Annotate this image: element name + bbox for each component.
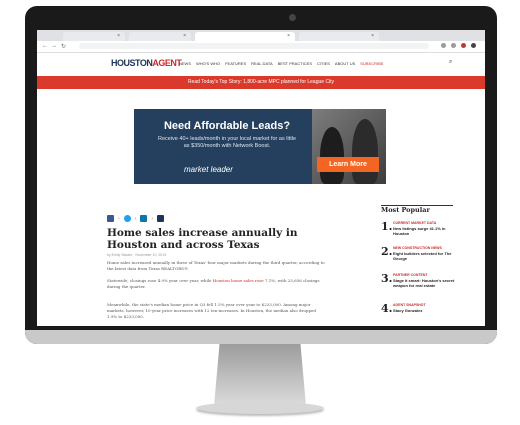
share-bar: › › › — [107, 215, 165, 222]
article-paragraph: Statewide, closings rose 4.9% year over … — [107, 278, 320, 289]
article-byline: by Emily Sabato · November 10, 2019 — [107, 253, 167, 257]
reload-button[interactable]: ↻ — [61, 43, 66, 50]
monitor-bezel: × × × × ← → ↻ HOUSTONAGENT NEWS WHO'S WH… — [25, 6, 497, 344]
linkedin-icon[interactable] — [140, 215, 148, 222]
sidebar-heading: Most Popular — [381, 206, 430, 214]
address-bar[interactable] — [79, 43, 429, 49]
browser-tab[interactable]: × — [129, 32, 191, 41]
site-header: HOUSTONAGENT NEWS WHO'S WHO FEATURES REA… — [37, 53, 485, 73]
browser-tab[interactable]: × — [63, 32, 125, 41]
nav-item-best-practices[interactable]: BEST PRACTICES — [278, 61, 312, 66]
nav-item-whos-who[interactable]: WHO'S WHO — [196, 61, 220, 66]
monitor-stand-base — [196, 402, 324, 414]
tab-close-icon[interactable]: × — [371, 33, 374, 39]
popular-category[interactable]: NEW CONSTRUCTION NEWS — [393, 246, 442, 250]
popular-title[interactable]: Eight builders selected for The George — [393, 251, 455, 261]
article-paragraph: Meanwhile, the state's median home price… — [107, 302, 316, 319]
share-separator-icon: › — [134, 215, 137, 222]
back-button[interactable]: ← — [42, 43, 48, 49]
article-headline: Home sales increase annually in Houston … — [107, 227, 298, 251]
popular-title[interactable]: New listings surge 41.1% in Houston — [393, 226, 455, 236]
popular-category[interactable]: PARTNER CONTENT — [393, 273, 428, 277]
profile-icon[interactable] — [471, 43, 476, 48]
share-separator-icon: › — [151, 215, 154, 222]
site-logo[interactable]: HOUSTONAGENT — [111, 58, 182, 68]
twitter-icon[interactable] — [123, 215, 131, 222]
address-bar-row: ← → ↻ — [37, 41, 485, 53]
facebook-icon[interactable] — [107, 215, 114, 222]
nav-item-about-us[interactable]: ABOUT US — [335, 61, 355, 66]
main-nav: NEWS WHO'S WHO FEATURES REAL DATA BEST P… — [179, 61, 383, 66]
browser-tab[interactable]: × — [299, 32, 379, 41]
ad-title: Need Affordable Leads? — [163, 120, 291, 132]
popular-title[interactable]: Stage it smart: Houston's secret weapon … — [393, 278, 455, 288]
popular-category[interactable]: CURRENT MARKET DATA — [393, 221, 436, 225]
tab-close-icon[interactable]: × — [117, 33, 120, 39]
learn-more-button[interactable]: Learn More — [317, 157, 379, 172]
person-silhouette — [352, 119, 378, 184]
article-link[interactable]: Houston home sales rose — [213, 278, 264, 283]
ad-brand-logo: market leader — [184, 165, 233, 174]
monitor-chin — [25, 330, 497, 344]
extension-icon[interactable] — [451, 43, 456, 48]
forward-button[interactable]: → — [51, 43, 57, 49]
ad-photo — [312, 109, 386, 184]
nav-item-subscribe[interactable]: SUBSCRIBE — [360, 61, 383, 66]
webcam-icon — [289, 14, 296, 21]
tab-close-icon[interactable]: × — [287, 33, 290, 39]
tab-close-icon[interactable]: × — [183, 33, 186, 39]
extension-icon[interactable] — [461, 43, 466, 48]
extension-icon[interactable] — [441, 43, 446, 48]
article-paragraph: Home sales increased annually in three o… — [107, 260, 325, 271]
nav-item-real-data[interactable]: REAL DATA — [251, 61, 273, 66]
nav-item-features[interactable]: FEATURES — [225, 61, 246, 66]
browser-screen: × × × × ← → ↻ HOUSTONAGENT NEWS WHO'S WH… — [37, 30, 485, 326]
popular-title[interactable]: Stacy Gonzalez — [393, 308, 455, 313]
nav-item-news[interactable]: NEWS — [179, 61, 191, 66]
popular-category[interactable]: AGENT SNAPSHOT — [393, 303, 426, 307]
promo-text: Read Today's Top Story: 1,800-acre MPC p… — [187, 79, 335, 85]
promo-banner[interactable]: Read Today's Top Story: 1,800-acre MPC p… — [37, 76, 485, 89]
share-separator-icon: › — [118, 215, 120, 222]
tab-bar: × × × × — [37, 30, 485, 41]
ad-subtitle: Receive 40+ leads/month in your local ma… — [157, 136, 297, 149]
monitor-stand — [214, 344, 306, 406]
email-icon[interactable] — [157, 215, 165, 222]
person-silhouette — [320, 127, 344, 184]
ad-banner[interactable]: Need Affordable Leads? Receive 40+ leads… — [134, 109, 386, 184]
nav-item-cities[interactable]: CITIES — [317, 61, 330, 66]
search-icon[interactable]: ⌕ — [449, 59, 452, 66]
browser-tab-active[interactable]: × — [195, 32, 295, 41]
